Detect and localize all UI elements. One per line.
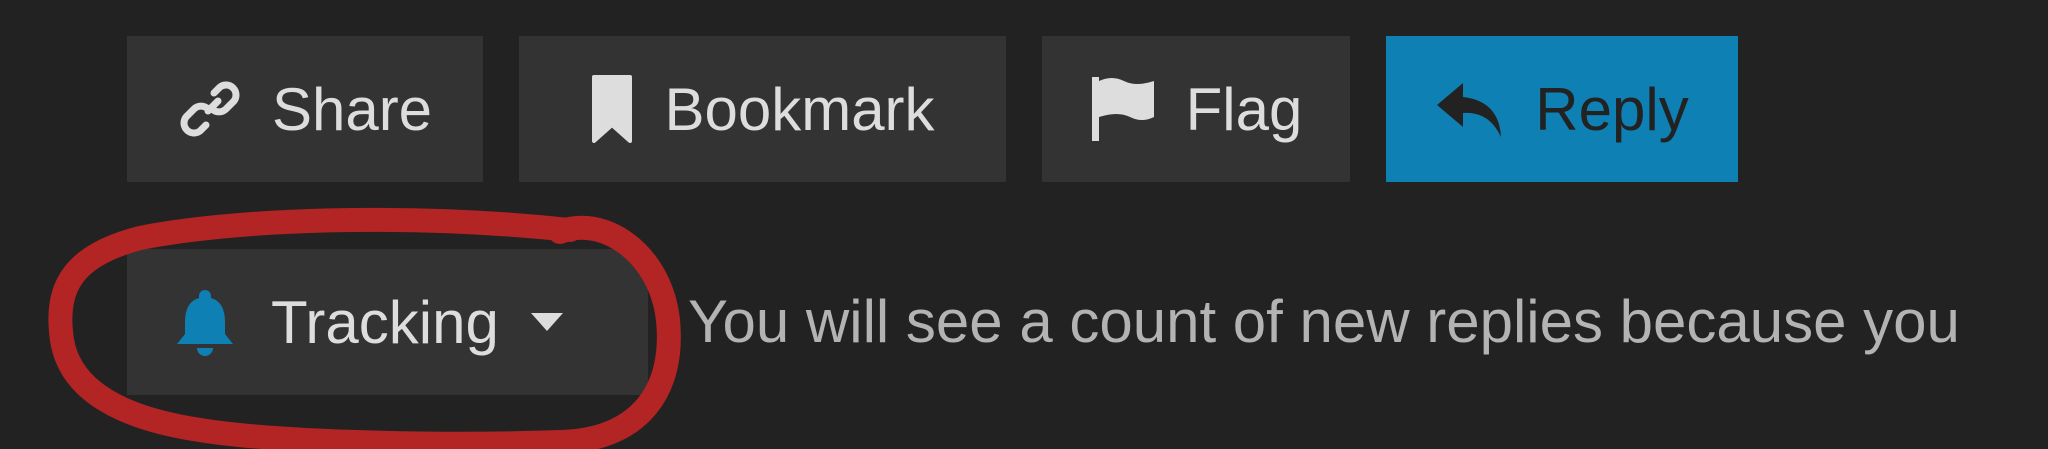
flag-label: Flag [1185,75,1303,143]
notification-level-dropdown[interactable]: Tracking [127,249,648,395]
share-button[interactable]: Share [127,36,483,182]
reply-label: Reply [1535,75,1689,143]
notification-level-label: Tracking [271,288,499,356]
caret-down-icon [529,311,565,333]
bookmark-button[interactable]: Bookmark [519,36,1006,182]
share-label: Share [271,75,433,143]
flag-icon [1090,75,1156,143]
reply-button[interactable]: Reply [1386,36,1738,182]
reply-icon [1435,79,1505,139]
bookmark-label: Bookmark [664,75,935,143]
bell-icon [175,288,235,356]
bookmark-icon [590,75,634,143]
notification-level-description: You will see a count of new replies beca… [688,288,1960,355]
link-icon [178,77,242,141]
flag-button[interactable]: Flag [1042,36,1350,182]
